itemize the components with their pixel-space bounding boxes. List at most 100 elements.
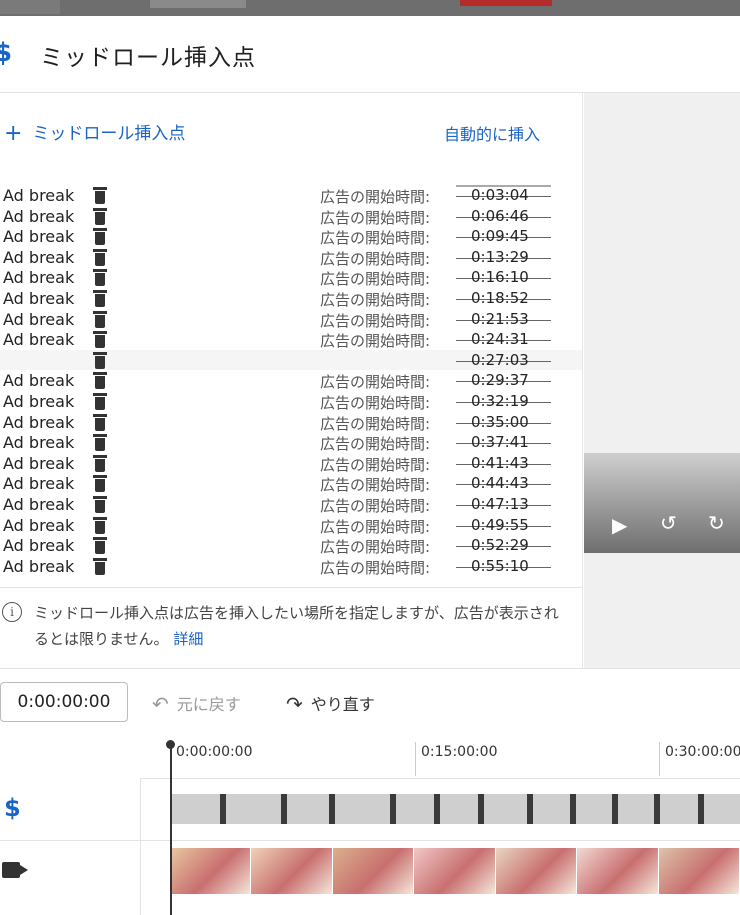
ruler-label: 0:15:00:00 — [421, 744, 498, 760]
playhead-handle[interactable] — [166, 740, 175, 749]
redo-label: やり直す — [310, 695, 375, 714]
undo-button[interactable]: ↶ 元に戻す — [152, 691, 241, 716]
video-thumbnail — [251, 848, 333, 894]
ad-start-time-input[interactable]: 0:24:31 — [456, 328, 552, 350]
video-track — [0, 840, 740, 915]
ad-start-time-input[interactable]: 0:41:43 — [456, 452, 552, 474]
trash-icon[interactable] — [93, 269, 107, 287]
ad-track-bar[interactable] — [170, 794, 740, 824]
ad-break-marker[interactable] — [434, 794, 441, 824]
ad-start-time-input[interactable]: 0:06:46 — [456, 205, 552, 227]
camera-icon — [2, 862, 28, 878]
trash-icon[interactable] — [93, 537, 107, 555]
ad-start-time-value: 0:35:00 — [471, 412, 529, 431]
trash-icon[interactable] — [93, 475, 107, 493]
ad-start-time-input[interactable]: 0:27:03 — [456, 349, 552, 371]
video-thumbnail — [495, 848, 578, 894]
trash-icon[interactable] — [93, 331, 107, 349]
ad-break-label: Ad break — [3, 474, 75, 494]
dollar-icon: $ — [4, 794, 21, 822]
trash-icon[interactable] — [93, 557, 107, 575]
trash-icon[interactable] — [93, 187, 107, 204]
ad-start-time-input[interactable]: 0:29:37 — [456, 369, 552, 391]
forward-10-icon[interactable]: ↻ — [708, 511, 725, 535]
ad-start-time-input[interactable]: 0:35:00 — [456, 411, 552, 433]
ad-start-time-value: 0:18:52 — [471, 288, 529, 307]
trash-icon[interactable] — [93, 454, 107, 472]
ad-start-time-value: 0:09:45 — [471, 227, 529, 246]
add-midroll-button[interactable]: + ミッドロール挿入点 — [4, 119, 185, 146]
play-icon[interactable]: ▶ — [612, 513, 627, 537]
ad-break-marker[interactable] — [611, 794, 618, 824]
ad-break-row: Ad break 広告の開始時間: 0:37:41 — [0, 432, 582, 453]
info-icon: i — [2, 602, 22, 622]
trash-icon[interactable] — [93, 207, 107, 225]
auto-insert-button[interactable]: 自動的に挿入 — [444, 121, 540, 145]
ad-start-label: 広告の開始時間: — [320, 435, 431, 454]
video-thumbnail-strip[interactable] — [170, 848, 740, 894]
ad-break-label: Ad break — [3, 288, 75, 308]
ad-start-time-input[interactable]: 0:16:10 — [456, 266, 552, 288]
ruler-tick — [659, 742, 660, 776]
ad-break-marker[interactable] — [220, 794, 227, 824]
trash-icon[interactable] — [93, 310, 107, 328]
playhead[interactable] — [170, 744, 172, 915]
trash-icon[interactable] — [93, 392, 107, 410]
ad-start-time-value: 0:27:03 — [471, 350, 529, 369]
ad-break-marker[interactable] — [653, 794, 660, 824]
ad-start-time-value: 0:03:04 — [471, 186, 529, 204]
ad-break-marker[interactable] — [390, 794, 397, 824]
ad-start-time-input[interactable]: 0:13:29 — [456, 246, 552, 268]
details-link[interactable]: 詳細 — [173, 630, 203, 648]
timeline-ruler[interactable]: 0:00:00:00 0:15:00:00 0:30:00:00 — [140, 738, 740, 779]
info-note: i ミッドロール挿入点は広告を挿入したい場所を指定しますが、広告が表示されるとは… — [0, 587, 582, 668]
ad-start-time-input[interactable]: 0:47:13 — [456, 493, 552, 515]
ad-start-time-input[interactable]: 0:21:53 — [456, 308, 552, 330]
ad-break-label: Ad break — [3, 391, 75, 411]
track-header-divider — [140, 778, 141, 915]
trash-icon[interactable] — [93, 434, 107, 452]
ad-start-time-value: 0:29:37 — [471, 371, 529, 390]
ad-break-marker[interactable] — [329, 794, 336, 824]
ad-break-marker[interactable] — [697, 794, 704, 824]
ad-start-time-input[interactable]: 0:09:45 — [456, 225, 552, 247]
ad-start-time-input[interactable]: 0:44:43 — [456, 472, 552, 494]
ad-start-label: 広告の開始時間: — [320, 270, 431, 289]
ad-break-label: Ad break — [3, 433, 75, 453]
ad-start-time-input[interactable]: 0:49:55 — [456, 514, 552, 536]
ad-start-time-input[interactable]: 0:52:29 — [456, 534, 552, 556]
ad-break-marker[interactable] — [570, 794, 577, 824]
ad-break-marker[interactable] — [280, 794, 287, 824]
trash-icon[interactable] — [93, 351, 107, 369]
ad-break-row: Ad break 広告の開始時間: 0:29:37 — [0, 370, 582, 391]
trash-icon[interactable] — [93, 495, 107, 513]
trash-icon[interactable] — [93, 516, 107, 534]
ad-break-row: Ad break 広告の開始時間: 0:55:10 — [0, 556, 582, 577]
ad-start-time-value: 0:16:10 — [471, 268, 529, 287]
ad-start-time-input[interactable]: 0:32:19 — [456, 390, 552, 412]
midroll-panel: + ミッドロール挿入点 自動的に挿入 Ad break 広告の開始時間: 0:03:0… — [0, 93, 583, 668]
ad-break-marker[interactable] — [478, 794, 485, 824]
ad-start-time-value: 0:47:13 — [471, 494, 529, 513]
replay-10-icon[interactable]: ↺ — [660, 511, 677, 535]
trash-icon[interactable] — [93, 248, 107, 266]
ad-start-time-value: 0:06:46 — [471, 206, 529, 225]
ad-break-label: Ad break — [3, 453, 75, 473]
trash-icon[interactable] — [93, 413, 107, 431]
ad-break-marker[interactable] — [527, 794, 534, 824]
ad-start-label: 広告の開始時間: — [320, 188, 431, 206]
redo-button[interactable]: ↷ やり直す — [286, 691, 375, 716]
ad-break-row: Ad break 広告の開始時間: 0:13:29 — [0, 247, 582, 268]
trash-icon[interactable] — [93, 289, 107, 307]
ad-break-row: Ad break 広告の開始時間: 0:09:45 — [0, 226, 582, 247]
ad-start-time-input[interactable]: 0:18:52 — [456, 287, 552, 309]
trash-icon[interactable] — [93, 228, 107, 246]
timecode-input[interactable]: 0:00:00:00 — [0, 682, 128, 722]
ad-start-time-input[interactable]: 0:55:10 — [456, 555, 552, 577]
trash-icon[interactable] — [93, 372, 107, 390]
video-player[interactable]: ▶ ↺ ↻ — [584, 453, 740, 553]
ad-start-label: 広告の開始時間: — [320, 517, 431, 536]
ad-start-time-input[interactable]: 0:03:04 — [456, 184, 552, 206]
ad-start-time-input[interactable]: 0:37:41 — [456, 431, 552, 453]
video-thumbnail — [170, 848, 252, 894]
